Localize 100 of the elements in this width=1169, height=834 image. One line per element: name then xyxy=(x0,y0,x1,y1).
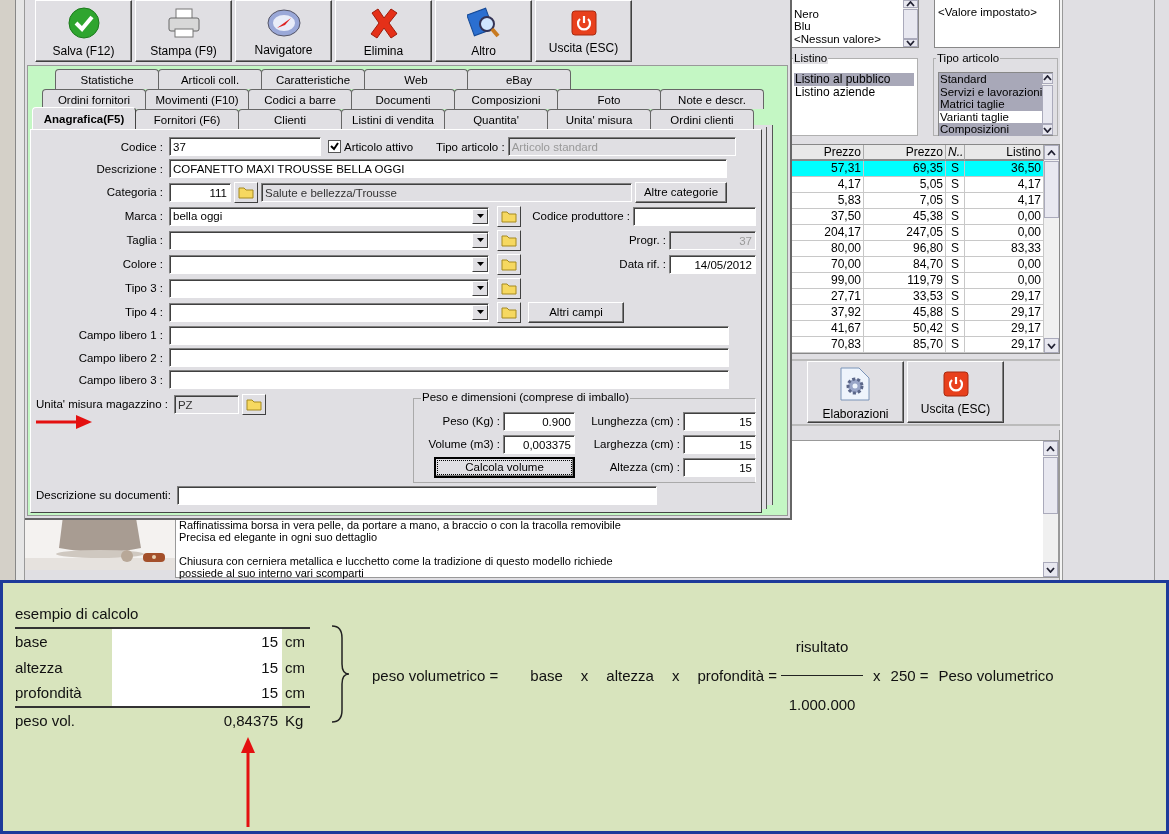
tab[interactable]: Web xyxy=(364,69,468,89)
dropdown-field[interactable] xyxy=(169,302,489,322)
formula-text: x xyxy=(873,666,881,684)
column-header[interactable]: Prezzo xyxy=(864,145,946,161)
scrollbar[interactable] xyxy=(1043,441,1058,577)
scroll-arrow-button[interactable] xyxy=(1043,441,1058,456)
tab[interactable]: Foto xyxy=(557,89,661,109)
field-label: Descrizione su documenti: xyxy=(36,489,171,502)
column-header[interactable]: Listino xyxy=(965,145,1044,161)
tab[interactable]: Note e descr. xyxy=(660,89,764,109)
folder-button[interactable] xyxy=(497,205,521,227)
list-item[interactable]: Blu xyxy=(793,20,903,33)
folder-button[interactable] xyxy=(497,229,521,251)
list-item[interactable]: Listino aziende xyxy=(794,85,914,98)
folder-button[interactable] xyxy=(497,301,521,323)
button[interactable]: Altri campi xyxy=(528,301,624,323)
table-cell: S xyxy=(946,305,965,321)
tab[interactable]: Quantita' xyxy=(444,109,548,129)
description-line: possiede al suo interno vari scomparti xyxy=(179,567,365,579)
folder-button[interactable] xyxy=(497,277,521,299)
row-label: altezza xyxy=(15,658,64,678)
text-field[interactable]: 15 xyxy=(683,434,756,454)
description-line: Precisa ed elegante in ogni suo dettaglio xyxy=(179,531,379,543)
list-item[interactable]: Matrici taglie xyxy=(939,98,1043,111)
toolbar-button[interactable]: Uscita (ESC) xyxy=(535,0,632,62)
text-field[interactable] xyxy=(633,206,756,226)
scrollbar[interactable] xyxy=(1042,73,1054,135)
tab[interactable]: Statistiche xyxy=(55,69,159,89)
text-field[interactable]: 14/05/2012 xyxy=(669,254,756,274)
dropdown-field[interactable] xyxy=(169,254,489,274)
list-item[interactable]: Listino al pubblico xyxy=(794,73,914,86)
group-title: Tipo articolo xyxy=(936,52,1001,64)
scrollbar[interactable] xyxy=(1044,145,1059,353)
text-field[interactable]: 15 xyxy=(683,457,756,477)
list-item[interactable]: <Nessun valore> xyxy=(793,32,903,45)
text-field[interactable]: Salute e bellezza/Trousse xyxy=(261,182,632,202)
annotation-arrow xyxy=(36,414,92,429)
scroll-arrow-button[interactable] xyxy=(1043,562,1058,577)
text-field[interactable] xyxy=(169,348,729,368)
scrollbar[interactable] xyxy=(903,0,918,47)
text-field[interactable] xyxy=(176,485,657,505)
toolbar-button[interactable]: Uscita (ESC) xyxy=(907,361,1004,423)
scroll-arrow-button[interactable] xyxy=(903,38,918,47)
field-label: Marca : xyxy=(123,210,163,223)
dropdown-field[interactable] xyxy=(169,230,489,250)
text-field[interactable] xyxy=(169,325,729,345)
text-field[interactable]: PZ xyxy=(173,394,239,414)
table-cell: 247,05 xyxy=(864,225,946,241)
tab[interactable]: Articoli coll. xyxy=(158,69,262,89)
tab[interactable]: Composizioni xyxy=(454,89,558,109)
table-cell: 50,42 xyxy=(864,321,946,337)
folder-icon xyxy=(238,185,254,200)
column-header[interactable]: N.. xyxy=(946,145,965,161)
tab[interactable]: Ordini clienti xyxy=(650,109,754,129)
column-header[interactable]: Prezzo xyxy=(791,145,864,161)
text-field[interactable] xyxy=(169,370,729,390)
toolbar-button[interactable]: Navigatore xyxy=(235,0,332,62)
tab[interactable]: Movimenti (F10) xyxy=(145,89,249,109)
tab[interactable]: Ordini fornitori xyxy=(42,89,146,109)
tab[interactable]: Anagrafica(F5) xyxy=(32,107,136,129)
button[interactable]: Altre categorie xyxy=(635,181,727,203)
scroll-arrow-button[interactable] xyxy=(1042,124,1054,135)
toolbar-button[interactable]: Elaborazioni xyxy=(807,361,904,423)
checkbox[interactable] xyxy=(328,140,341,154)
tab[interactable]: Fornitori (F6) xyxy=(135,109,239,129)
folder-button[interactable] xyxy=(241,393,266,415)
list-item[interactable]: Nero xyxy=(793,7,903,20)
scroll-arrow-button[interactable] xyxy=(903,0,918,9)
tab[interactable]: Codici a barre xyxy=(248,89,352,109)
list-item[interactable]: Varianti taglie xyxy=(939,110,1043,123)
text-field[interactable]: 0.900 xyxy=(503,411,575,431)
text-field[interactable]: 0,003375 xyxy=(503,434,575,454)
text-field[interactable]: 37 xyxy=(169,137,321,157)
magnifier-icon xyxy=(466,7,501,39)
toolbar-button[interactable]: Elimina xyxy=(335,0,432,62)
dropdown-field[interactable] xyxy=(169,278,489,298)
scroll-arrow-button[interactable] xyxy=(1042,73,1054,84)
text-field[interactable]: 111 xyxy=(169,182,231,202)
scroll-arrow-button[interactable] xyxy=(1044,338,1059,353)
tab[interactable]: Documenti xyxy=(351,89,455,109)
toolbar-button[interactable]: Salva (F12) xyxy=(35,0,132,62)
tab[interactable]: Caratteristiche xyxy=(261,69,365,89)
list-item[interactable]: Standard xyxy=(939,73,1043,86)
text-field[interactable]: 15 xyxy=(683,411,756,431)
formula-text: base xyxy=(530,666,563,684)
scroll-arrow-button[interactable] xyxy=(1044,145,1059,160)
down-chevron-icon xyxy=(906,39,915,46)
list-item[interactable]: Composizioni xyxy=(939,123,1043,136)
dropdown-arrow-icon xyxy=(476,214,484,219)
table-cell-text: 0,84375 xyxy=(222,711,279,729)
table-cell: S xyxy=(946,177,965,193)
dropdown-field[interactable]: bella oggi xyxy=(169,206,489,226)
text-field[interactable]: COFANETTO MAXI TROUSSE BELLA OGGI xyxy=(169,159,727,179)
toolbar-button[interactable]: Stampa (F9) xyxy=(135,0,232,62)
row-label: peso vol. xyxy=(15,711,77,729)
toolbar-button[interactable]: Altro xyxy=(435,0,532,62)
folder-button[interactable] xyxy=(234,181,258,203)
button[interactable]: Calcola volume xyxy=(434,456,575,478)
folder-button[interactable] xyxy=(497,253,521,275)
tab[interactable]: eBay xyxy=(467,69,571,89)
